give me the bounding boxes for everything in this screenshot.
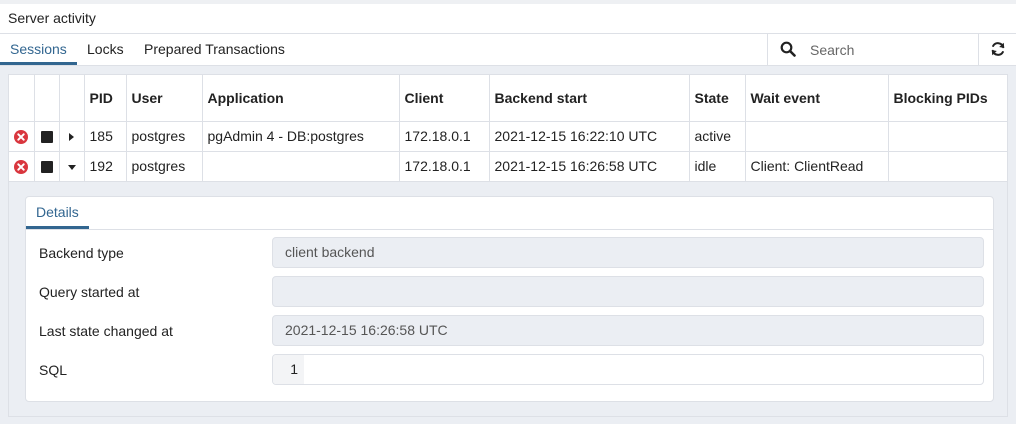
cell-wait-event: Client: ClientRead [745, 151, 889, 182]
backend-type-label: Backend type [39, 245, 124, 261]
cell-state: idle [689, 151, 746, 182]
search-icon [780, 41, 796, 57]
table-row[interactable]: 192 postgres 172.18.0.1 2021-12-15 16:26… [9, 151, 1007, 182]
table-header-row: PID User Application Client Backend star… [9, 75, 1007, 122]
last-state-changed-at-field: 2021-12-15 16:26:58 UTC [272, 315, 984, 346]
cell-user: postgres [126, 151, 203, 182]
query-started-at-label: Query started at [39, 284, 140, 300]
column-header-terminate [34, 75, 60, 122]
column-header-pid[interactable]: PID [84, 75, 127, 122]
cell-pid: 192 [84, 151, 127, 182]
cell-client: 172.18.0.1 [399, 151, 490, 182]
tab-sessions[interactable]: Sessions [0, 34, 77, 65]
terminate-session-cell[interactable] [34, 121, 60, 152]
cancel-query-cell[interactable] [9, 121, 35, 152]
column-header-backend-start[interactable]: Backend start [489, 75, 690, 122]
refresh-icon [991, 42, 1005, 56]
cell-blocking-pids [888, 151, 1007, 182]
cell-state: active [689, 121, 746, 152]
column-header-wait-event[interactable]: Wait event [745, 75, 889, 122]
column-header-user[interactable]: User [126, 75, 203, 122]
last-state-changed-at-label: Last state changed at [39, 323, 173, 339]
cell-wait-event [745, 121, 889, 152]
caret-down-icon[interactable] [67, 164, 76, 170]
tab-bar: Sessions Locks Prepared Transactions [0, 34, 1016, 66]
cell-backend-start: 2021-12-15 16:22:10 UTC [489, 121, 690, 152]
column-header-state[interactable]: State [689, 75, 746, 122]
details-tab-divider [26, 229, 993, 230]
cell-application [202, 151, 400, 182]
column-header-expand [59, 75, 85, 122]
terminate-session-icon[interactable] [40, 131, 53, 144]
cancel-query-icon[interactable] [14, 160, 29, 175]
details-panel: Details Backend type client backend Quer… [25, 196, 994, 402]
sql-label: SQL [39, 362, 68, 378]
expand-row-cell[interactable] [59, 151, 85, 182]
caret-right-icon[interactable] [69, 133, 74, 142]
column-header-blocking-pids[interactable]: Blocking PIDs [888, 75, 1007, 122]
cell-blocking-pids [888, 121, 1007, 152]
panel-title: Server activity [0, 0, 1016, 34]
tab-details[interactable]: Details [26, 197, 89, 229]
sessions-table: PID User Application Client Backend star… [9, 75, 1007, 182]
column-header-application[interactable]: Application [202, 75, 400, 122]
column-header-client[interactable]: Client [399, 75, 490, 122]
terminate-session-icon[interactable] [40, 161, 53, 174]
cell-application: pgAdmin 4 - DB:postgres [202, 121, 400, 152]
tab-locks[interactable]: Locks [77, 34, 134, 65]
cell-backend-start: 2021-12-15 16:26:58 UTC [489, 151, 690, 182]
cancel-query-cell[interactable] [9, 151, 35, 182]
sessions-content: PID User Application Client Backend star… [8, 74, 1008, 417]
search-input[interactable] [810, 38, 970, 61]
cell-pid: 185 [84, 121, 127, 152]
sql-line-number: 1 [273, 355, 304, 384]
search-box [767, 34, 978, 65]
tab-prepared-transactions[interactable]: Prepared Transactions [134, 34, 295, 65]
table-row[interactable]: 185 postgres pgAdmin 4 - DB:postgres 172… [9, 121, 1007, 152]
expand-row-cell[interactable] [59, 121, 85, 152]
cell-user: postgres [126, 121, 203, 152]
cell-client: 172.18.0.1 [399, 121, 490, 152]
terminate-session-cell[interactable] [34, 151, 60, 182]
query-started-at-field [272, 276, 984, 307]
refresh-button[interactable] [978, 34, 1016, 65]
cancel-query-icon[interactable] [14, 130, 29, 145]
sql-editor[interactable]: 1 [272, 354, 984, 385]
backend-type-field: client backend [272, 237, 984, 268]
column-header-cancel [9, 75, 35, 122]
panel-title-text: Server activity [8, 10, 96, 26]
